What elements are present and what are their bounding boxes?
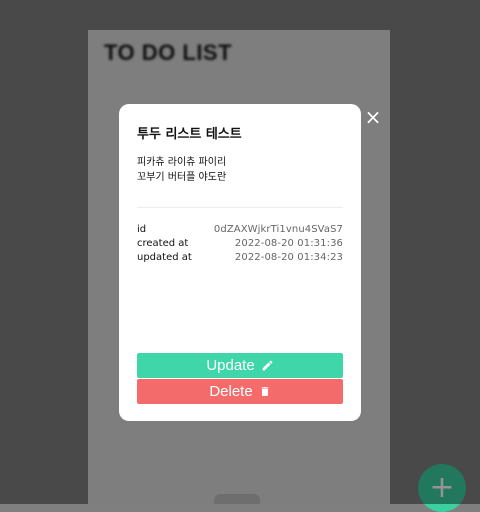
- close-button[interactable]: ×: [364, 105, 382, 129]
- meta-value: 2022-08-20 01:31:36: [234, 237, 343, 249]
- update-button-label: Update: [206, 357, 255, 374]
- todo-title: 투두 리스트 테스트: [137, 127, 242, 142]
- meta-row-id: id 0dZAXWjkrTi1vnu4SVaS7: [137, 222, 343, 236]
- close-icon: ×: [364, 105, 382, 129]
- todo-detail-modal: 투두 리스트 테스트 피카츄 라이츄 파이리 꼬부기 버터플 야도란 id 0d…: [119, 104, 361, 421]
- meta-value: 0dZAXWjkrTi1vnu4SVaS7: [213, 223, 343, 235]
- delete-button[interactable]: Delete: [137, 379, 343, 404]
- meta-row-updated: updated at 2022-08-20 01:34:23: [137, 250, 343, 264]
- trash-icon: [259, 385, 271, 398]
- meta-key: id: [137, 223, 147, 235]
- meta-key: updated at: [137, 251, 192, 263]
- divider: [137, 207, 343, 208]
- meta-key: created at: [137, 237, 189, 249]
- delete-button-label: Delete: [209, 383, 253, 400]
- todo-content-line: 피카츄 라이츄 파이리: [137, 157, 227, 168]
- pencil-icon: [261, 359, 274, 372]
- todo-content-line: 꼬부기 버터플 야도란: [137, 172, 227, 183]
- meta-row-created: created at 2022-08-20 01:31:36: [137, 236, 343, 250]
- todo-content: 피카츄 라이츄 파이리 꼬부기 버터플 야도란: [137, 155, 343, 185]
- update-button[interactable]: Update: [137, 353, 343, 378]
- meta-value: 2022-08-20 01:34:23: [234, 251, 343, 263]
